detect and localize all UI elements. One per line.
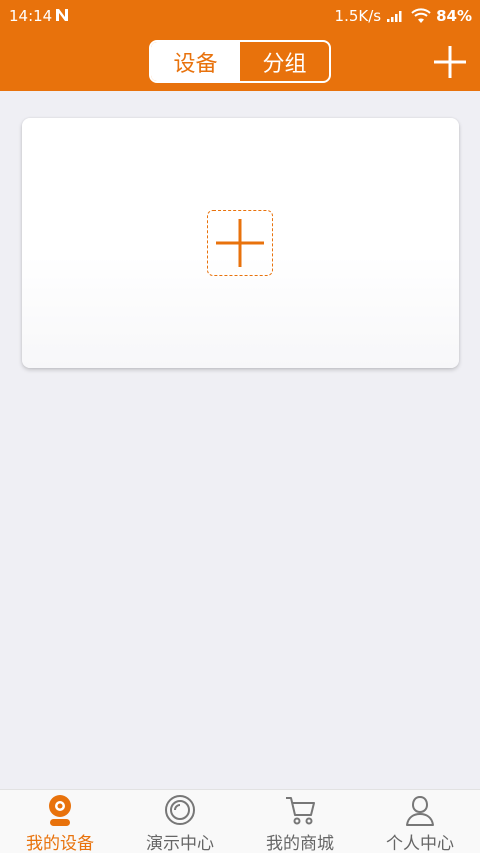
- n-icon: [56, 9, 68, 21]
- plus-icon[interactable]: [430, 42, 470, 82]
- status-right: 1.5K/s 84%: [335, 7, 472, 25]
- tab-demo-center[interactable]: 演示中心: [120, 790, 240, 853]
- battery-level: 84%: [436, 7, 472, 25]
- tab-label: 演示中心: [146, 834, 214, 853]
- tab-label: 我的设备: [26, 834, 94, 853]
- plus-icon: [216, 219, 264, 267]
- network-speed: 1.5K/s: [334, 7, 382, 25]
- add-device-button[interactable]: [207, 210, 273, 276]
- segmented-control: 设备 分组: [149, 40, 331, 83]
- top-header: 14:14 1.5K/s 84% 设备 分组: [0, 0, 480, 91]
- tab-my-devices[interactable]: 我的设备: [0, 790, 120, 853]
- bottom-tab-bar: 我的设备 演示中心 我的商城 个人中心: [0, 789, 480, 853]
- lens-icon: [165, 795, 195, 825]
- status-time: 14:14: [9, 7, 53, 25]
- person-icon: [406, 795, 434, 826]
- cart-icon: [286, 797, 315, 825]
- tab-devices[interactable]: 设备: [151, 42, 240, 81]
- tab-groups[interactable]: 分组: [240, 42, 329, 81]
- signal-icon: [387, 11, 402, 22]
- tab-my-store[interactable]: 我的商城: [240, 790, 360, 853]
- wifi-icon: [411, 8, 431, 23]
- tab-label: 个人中心: [386, 834, 454, 853]
- camera-icon: [49, 795, 71, 826]
- tab-personal-center[interactable]: 个人中心: [360, 790, 480, 853]
- tab-label: 我的商城: [266, 834, 334, 853]
- status-bar: 14:14 1.5K/s 84%: [0, 0, 480, 32]
- device-card: [22, 118, 459, 368]
